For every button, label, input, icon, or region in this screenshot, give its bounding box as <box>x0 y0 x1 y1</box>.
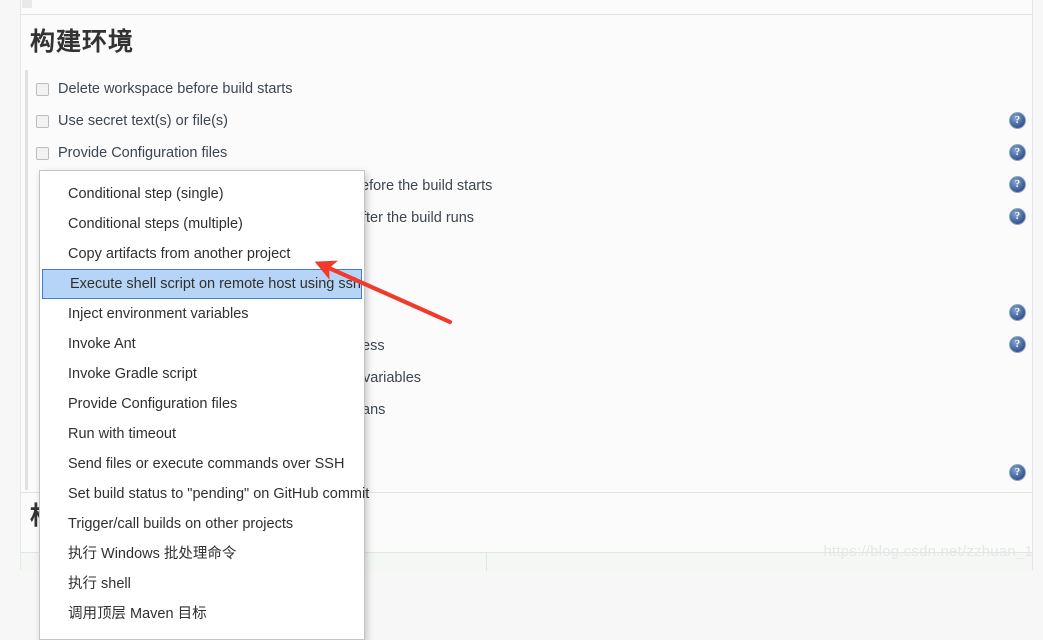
menu-item[interactable]: Conditional steps (multiple) <box>40 209 364 239</box>
menu-item[interactable]: Copy artifacts from another project <box>40 239 364 269</box>
occluded-option-label: ess <box>362 338 385 354</box>
build-env-option-label: Provide Configuration files <box>58 145 228 161</box>
menu-item[interactable]: Set build status to "pending" on GitHub … <box>40 479 369 509</box>
menu-item[interactable]: Inject environment variables <box>40 299 364 329</box>
build-env-option-label: Delete workspace before build starts <box>58 81 293 97</box>
page-root: 构建环境 Delete workspace before build start… <box>0 0 1043 640</box>
help-icon[interactable]: ? <box>1009 144 1026 161</box>
build-env-option-row[interactable]: Use secret text(s) or file(s) <box>36 112 228 130</box>
menu-item[interactable]: Run with timeout <box>40 419 364 449</box>
occluded-option-label: fter the build runs <box>362 210 475 226</box>
build-env-option-row[interactable]: Provide Configuration files <box>36 144 227 162</box>
checkbox-icon[interactable] <box>36 114 49 128</box>
menu-item[interactable]: 执行 Windows 批处理命令 <box>40 539 364 569</box>
occluded-option-label: efore the build starts <box>361 178 493 194</box>
checkbox-icon[interactable] <box>36 146 49 160</box>
help-icon[interactable]: ? <box>1009 304 1026 321</box>
help-icon[interactable]: ? <box>1009 464 1026 481</box>
menu-item[interactable]: Execute shell script on remote host usin… <box>42 269 362 299</box>
help-icon[interactable]: ? <box>1009 112 1026 129</box>
build-env-option-label: Use secret text(s) or file(s) <box>58 113 228 129</box>
watermark: https://blog.csdn.net/zzhuan_1 <box>823 543 1033 560</box>
panel-top-stub <box>22 0 32 8</box>
menu-item[interactable]: Conditional step (single) <box>40 179 364 209</box>
menu-item[interactable]: 执行 shell <box>40 569 364 599</box>
menu-item[interactable]: Send files or execute commands over SSH <box>40 449 364 479</box>
bottom-bar-segment-4 <box>346 553 487 571</box>
help-icon[interactable]: ? <box>1009 176 1026 193</box>
menu-item[interactable]: Provide Configuration files <box>40 389 364 419</box>
occluded-option-label: ans <box>362 402 386 418</box>
checkbox-icon[interactable] <box>36 82 49 96</box>
menu-item[interactable]: Invoke Ant <box>40 329 364 359</box>
occluded-option-label: variables <box>363 370 422 386</box>
section-left-rail <box>25 70 28 490</box>
build-env-option-row[interactable]: Delete workspace before build starts <box>36 80 293 98</box>
help-icon[interactable]: ? <box>1009 208 1026 225</box>
section-divider-top <box>21 14 1032 15</box>
page-title: 构建环境 <box>30 28 135 56</box>
menu-item[interactable]: Trigger/call builds on other projects <box>40 509 364 539</box>
menu-item[interactable]: Invoke Gradle script <box>40 359 364 389</box>
menu-item[interactable]: 调用顶层 Maven 目标 <box>40 599 364 629</box>
help-icon[interactable]: ? <box>1009 336 1026 353</box>
